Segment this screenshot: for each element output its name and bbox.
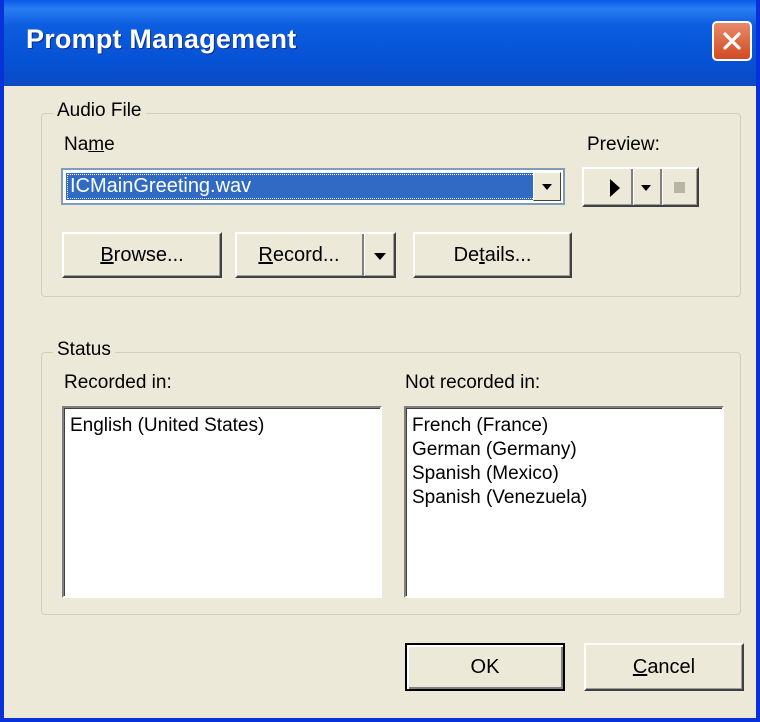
chevron-down-icon xyxy=(374,253,386,260)
stop-icon xyxy=(674,182,685,193)
list-item[interactable]: German (Germany) xyxy=(406,438,722,462)
browse-button[interactable]: Browse... xyxy=(62,232,222,278)
recorded-in-list[interactable]: English (United States) xyxy=(62,406,382,598)
list-item[interactable]: Spanish (Venezuela) xyxy=(406,486,722,510)
record-button[interactable]: Record... xyxy=(235,232,396,278)
cancel-button-label: Cancel xyxy=(632,656,696,678)
list-item[interactable]: Spanish (Mexico) xyxy=(406,462,722,486)
play-icon xyxy=(610,179,620,197)
prompt-management-dialog: Prompt Management Audio File Name Previe… xyxy=(0,0,760,722)
not-recorded-in-list[interactable]: French (France) German (Germany) Spanish… xyxy=(404,406,724,598)
preview-label: Preview: xyxy=(587,134,660,155)
ok-button[interactable]: OK xyxy=(405,643,565,691)
close-button[interactable] xyxy=(712,21,752,61)
name-label: Name xyxy=(64,134,115,155)
audio-file-name-value: ICMainGreeting.wav xyxy=(66,173,536,200)
chevron-down-icon xyxy=(641,185,651,191)
audio-file-name-combobox[interactable]: ICMainGreeting.wav xyxy=(61,168,565,205)
cancel-button[interactable]: Cancel xyxy=(584,643,744,691)
combobox-dropdown-button[interactable] xyxy=(533,172,561,201)
browse-button-label: Browse... xyxy=(100,244,184,266)
list-item[interactable]: French (France) xyxy=(406,414,722,438)
record-button-label: Record... xyxy=(258,244,340,266)
recorded-in-label: Recorded in: xyxy=(64,372,172,393)
not-recorded-in-label: Not recorded in: xyxy=(405,372,541,393)
preview-play-button[interactable] xyxy=(582,167,699,207)
ok-button-label: OK xyxy=(470,656,500,678)
details-button[interactable]: Details... xyxy=(413,232,572,278)
status-group-label: Status xyxy=(53,339,115,361)
list-item[interactable]: English (United States) xyxy=(64,414,380,438)
close-icon xyxy=(723,32,741,50)
window-title: Prompt Management xyxy=(26,24,297,54)
title-bar[interactable]: Prompt Management xyxy=(4,0,756,86)
audio-file-group-label: Audio File xyxy=(53,100,146,122)
details-button-label: Details... xyxy=(453,244,532,266)
chevron-down-icon xyxy=(542,184,552,190)
